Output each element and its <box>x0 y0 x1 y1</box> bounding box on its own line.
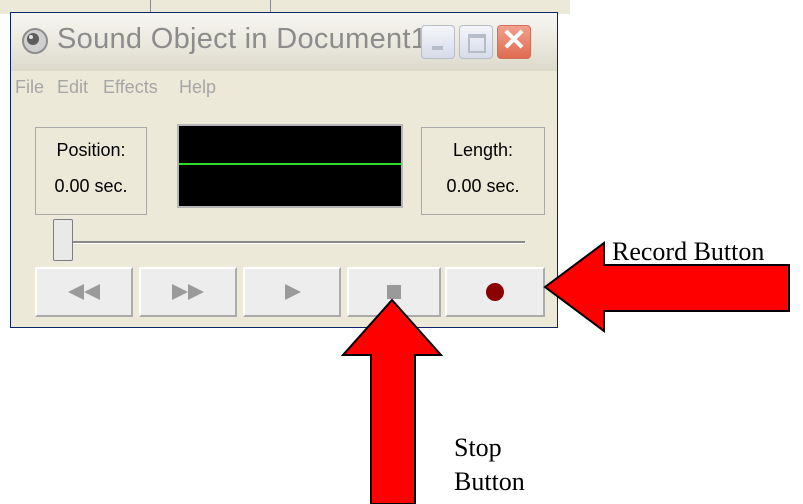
close-icon: ✕ <box>501 24 527 57</box>
menu-bar: File Edit Effects Help <box>11 71 557 101</box>
rewind-icon <box>68 284 100 300</box>
stop-button-annotation-line2: Button <box>454 467 525 496</box>
rewind-button[interactable] <box>35 267 133 317</box>
menu-edit[interactable]: Edit <box>57 77 88 98</box>
menu-file[interactable]: File <box>15 77 44 98</box>
position-label: Position: <box>56 140 126 160</box>
length-display: Length: 0.00 sec. <box>421 127 545 215</box>
position-slider-thumb[interactable] <box>53 219 73 261</box>
position-slider-track[interactable] <box>55 241 525 244</box>
fast-forward-button[interactable] <box>139 267 237 317</box>
menu-help[interactable]: Help <box>179 77 216 98</box>
length-value: 0.00 sec. <box>446 176 520 196</box>
position-value: 0.00 sec. <box>54 176 128 196</box>
position-display: Position: 0.00 sec. <box>35 127 147 215</box>
speaker-icon <box>22 28 48 54</box>
menu-effects[interactable]: Effects <box>103 77 158 98</box>
length-label: Length: <box>452 140 514 160</box>
close-button[interactable]: ✕ <box>497 25 531 59</box>
minimize-button[interactable] <box>421 25 455 59</box>
maximize-button[interactable] <box>459 25 493 59</box>
waveform-line <box>179 163 401 165</box>
stop-arrow <box>340 298 444 504</box>
record-button-annotation: Record Button <box>612 237 765 266</box>
fast-forward-icon <box>172 284 204 300</box>
waveform-display <box>177 124 403 208</box>
record-button[interactable] <box>445 267 545 317</box>
window-title: Sound Object in Document1 <box>57 23 428 55</box>
play-button[interactable] <box>243 267 341 317</box>
record-icon <box>486 283 504 301</box>
title-bar[interactable]: Sound Object in Document1 ✕ <box>11 13 557 71</box>
play-icon <box>285 284 301 300</box>
sound-recorder-window: Sound Object in Document1 ✕ File Edit Ef… <box>10 12 558 328</box>
stop-button-annotation-line1: Stop <box>454 433 502 462</box>
